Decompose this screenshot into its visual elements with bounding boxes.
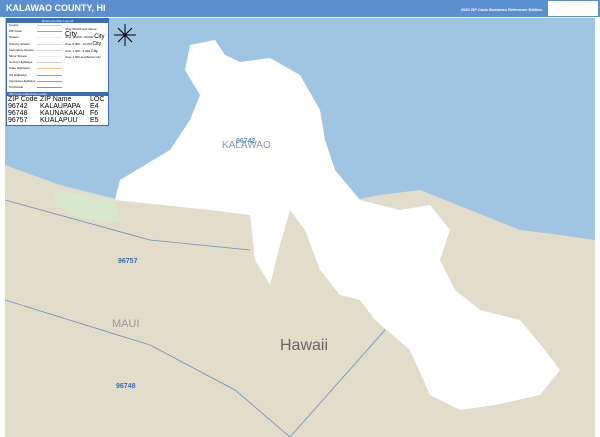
legend-item: Toll Roads [7, 85, 108, 91]
legend-item-label: Primary Streets [9, 41, 30, 46]
legend-item-label: Secondary Streets [9, 47, 34, 52]
legend-item-label: State Highways [9, 66, 30, 71]
zip-index-row: 96742 KALAUPAPA E4 [8, 103, 99, 110]
zip-label-96757: 96757 [118, 258, 138, 265]
zip-index-row: 96757 KUALAPUU E5 [8, 117, 99, 124]
legend-line-swatch [37, 80, 62, 82]
legend-line-swatch [37, 86, 62, 88]
legend-item-label: County [9, 23, 19, 27]
zip-index-header: ZIP Code ZIP Name LOC [8, 96, 105, 103]
map-title: KALAWAO COUNTY, HI [6, 3, 106, 13]
legend-line-swatch [37, 49, 62, 51]
legend-item-label: ZIP Code [9, 29, 22, 34]
legend-item-label: Minor Streets [9, 53, 27, 58]
zip-index-table: ZIP Code Index/Grid Locator ZIP Code ZIP … [7, 92, 108, 124]
legend-line-swatch [37, 55, 62, 57]
header-bar: KALAWAO COUNTY, HI 2020 ZIP Code Busines… [0, 0, 600, 17]
zip-label-96742: 96742 [236, 138, 256, 145]
zip-label-96748: 96748 [116, 383, 136, 390]
hawaii-label: Hawaii [280, 337, 329, 354]
legend-line-swatch [37, 25, 62, 26]
legend-item-label: US Highways [9, 72, 28, 77]
population-legend-item: Over 10,000 - 50,000 City [65, 34, 105, 40]
legend-line-swatch [37, 74, 62, 76]
legend-item-label: Interstate Highways [9, 78, 36, 83]
legend-line-swatch [37, 31, 62, 33]
legend-item-label: Toll Roads [9, 84, 24, 89]
legend-item-label: Streets [9, 35, 19, 40]
legend-item-label: County Highways [9, 60, 33, 65]
legend-line-swatch [37, 37, 62, 39]
edition-label: 2020 ZIP Code Business Reference Edition [460, 7, 542, 12]
zip-index-row: 96748 KAUNAKAKAI F6 [8, 110, 99, 117]
population-legend-item: Over 1,000 - 5,000 City [65, 48, 98, 53]
legend-line-swatch [37, 43, 62, 45]
population-legend-item: Over 1,000 and Below City [65, 55, 101, 59]
legend-line-swatch [37, 62, 62, 64]
legend-line-swatch [37, 68, 62, 70]
maui-label: MAUI [112, 318, 140, 330]
population-legend-item: Over 5,000 - 10,000 City [65, 41, 102, 47]
market-maps-logo [548, 1, 598, 16]
map-legend: Reference Map Legend County ZIP Code Stree… [6, 18, 109, 126]
